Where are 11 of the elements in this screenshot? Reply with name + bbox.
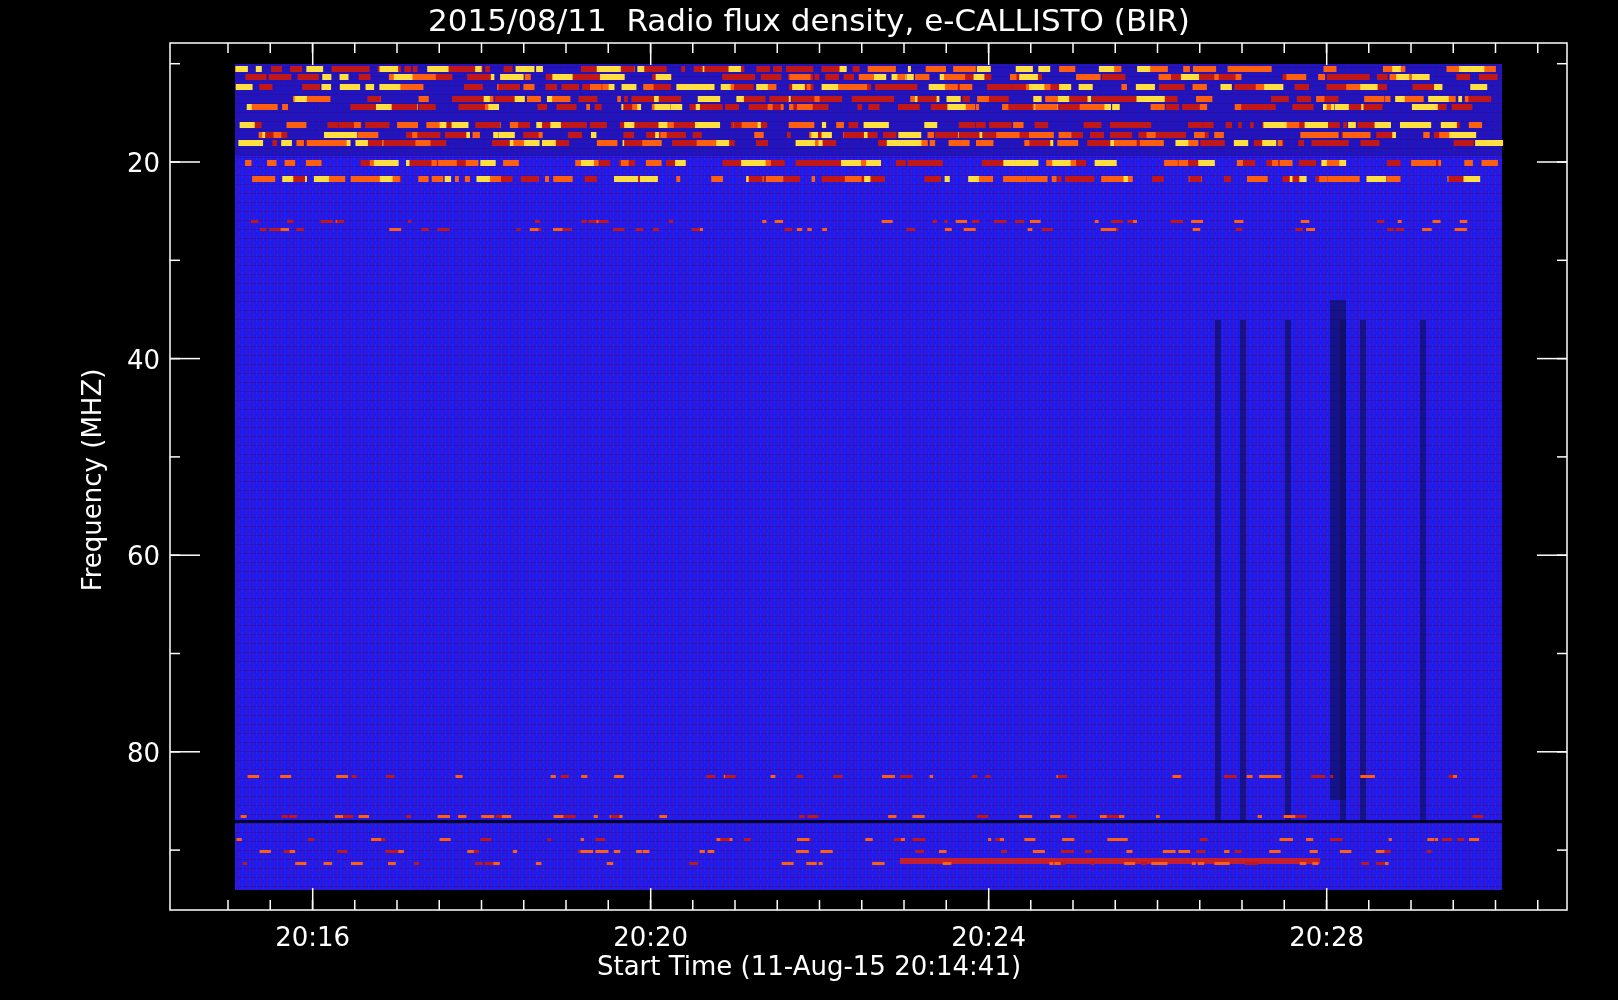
tick-label: 80 — [126, 737, 160, 768]
y-axis-title: Frequency (MHZ) — [77, 368, 107, 592]
x-axis-title: Start Time (11-Aug-15 20:14:41) — [596, 951, 1022, 981]
tick-label: 40 — [126, 344, 160, 375]
tick-label: 20 — [126, 148, 160, 178]
tick-label: 20:24 — [951, 922, 1027, 952]
tick-label: 20:20 — [613, 922, 689, 952]
tick-label: 60 — [126, 541, 160, 572]
tick-label: 20:16 — [275, 922, 351, 952]
tick-label: 20:28 — [1289, 922, 1365, 952]
chart-title: 2015/08/11 Radio flux density, e-CALLISTO (BIR) — [428, 2, 1190, 38]
